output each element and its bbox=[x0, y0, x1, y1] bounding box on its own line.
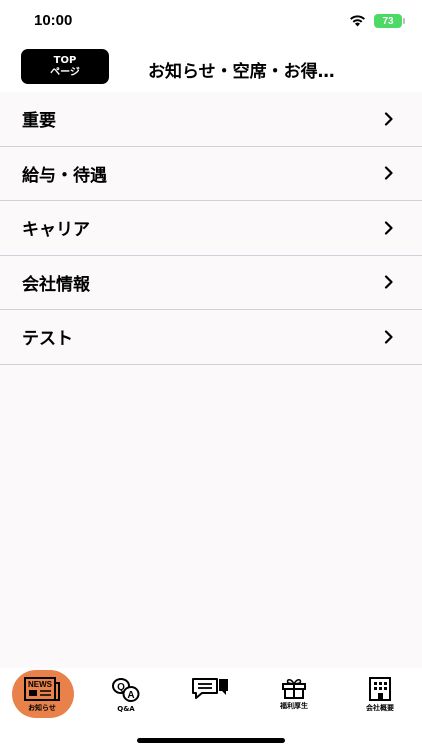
home-indicator[interactable] bbox=[137, 738, 285, 743]
list-item-label: テスト bbox=[22, 329, 73, 350]
list-item-company-info[interactable]: 会社情報 bbox=[0, 255, 422, 310]
tab-chat[interactable] bbox=[168, 668, 252, 722]
news-icon-text: NEWS bbox=[28, 680, 53, 689]
category-list: 重要 給与・待遇 キャリア 会社情報 テスト bbox=[0, 92, 422, 668]
chevron-right-icon bbox=[384, 112, 393, 126]
news-icon: NEWS bbox=[24, 677, 60, 701]
tab-label: お知らせ bbox=[28, 704, 56, 712]
wifi-icon bbox=[350, 15, 365, 27]
chevron-right-icon bbox=[384, 330, 393, 344]
tab-label: 福利厚生 bbox=[280, 702, 308, 710]
top-page-button[interactable]: TOP ページ bbox=[21, 49, 109, 84]
qa-icon: Q A bbox=[112, 678, 140, 702]
list-item-important[interactable]: 重要 bbox=[0, 92, 422, 147]
list-item-salary[interactable]: 給与・待遇 bbox=[0, 146, 422, 201]
tab-company[interactable]: 会社概要 bbox=[338, 668, 422, 722]
top-button-line1: TOP bbox=[53, 54, 77, 66]
top-button-line2: ページ bbox=[50, 66, 80, 78]
tab-news[interactable]: NEWS お知らせ bbox=[0, 668, 84, 722]
list-item-career[interactable]: キャリア bbox=[0, 201, 422, 256]
list-item-test[interactable]: テスト bbox=[0, 310, 422, 365]
list-item-label: キャリア bbox=[22, 220, 90, 241]
status-indicators: 73 bbox=[349, 14, 405, 28]
status-time: 10:00 bbox=[34, 12, 73, 29]
tab-label: Q&A bbox=[117, 705, 135, 713]
list-item-label: 重要 bbox=[22, 111, 56, 132]
status-bar: 10:00 73 bbox=[0, 0, 422, 44]
chevron-right-icon bbox=[384, 221, 393, 235]
building-icon bbox=[369, 677, 391, 701]
list-item-label: 給与・待遇 bbox=[22, 165, 107, 186]
tab-benefits[interactable]: 福利厚生 bbox=[252, 668, 336, 722]
navigation-bar: TOP ページ お知らせ・空席・お得… bbox=[0, 44, 422, 92]
tab-qa[interactable]: Q A Q&A bbox=[84, 668, 168, 722]
chevron-right-icon bbox=[384, 275, 393, 289]
tab-label: 会社概要 bbox=[366, 704, 394, 712]
chat-icon bbox=[192, 678, 228, 699]
svg-text:A: A bbox=[127, 690, 134, 701]
chevron-right-icon bbox=[384, 166, 393, 180]
list-item-label: 会社情報 bbox=[22, 274, 90, 295]
battery-indicator: 73 bbox=[374, 14, 405, 28]
gift-icon bbox=[282, 678, 306, 699]
page-title: お知らせ・空席・お得… bbox=[148, 62, 335, 82]
